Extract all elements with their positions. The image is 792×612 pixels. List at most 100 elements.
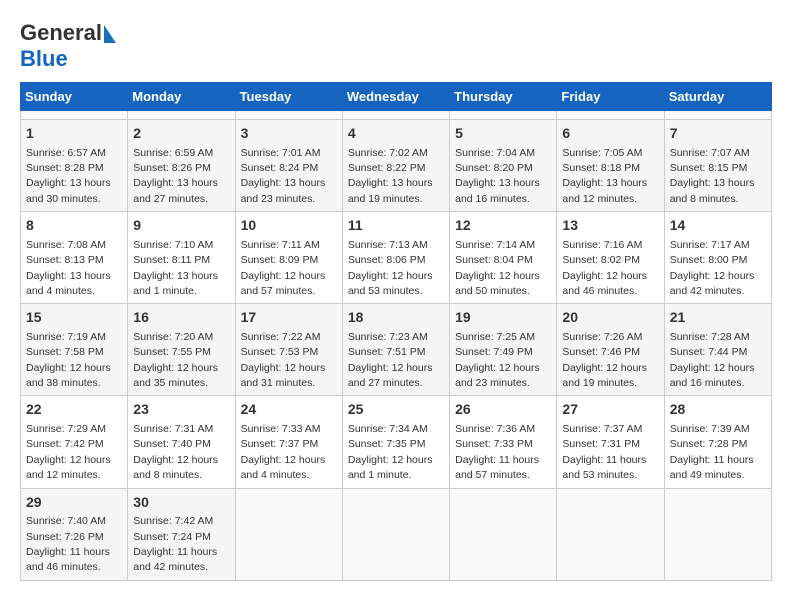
day-info: Sunrise: 6:57 AMSunset: 8:28 PMDaylight:… [26,147,111,205]
week-row-2: 8 Sunrise: 7:08 AMSunset: 8:13 PMDaylight… [21,212,772,304]
day-info: Sunrise: 7:08 AMSunset: 8:13 PMDaylight:… [26,239,111,297]
calendar-cell: 13 Sunrise: 7:16 AMSunset: 8:02 PMDayligh… [557,212,664,304]
calendar-cell: 12 Sunrise: 7:14 AMSunset: 8:04 PMDayligh… [450,212,557,304]
week-row-5: 29Sunrise: 7:40 AMSunset: 7:26 PMDayligh… [21,488,772,580]
logo: General Blue [20,20,116,72]
logo-general: General [20,20,102,46]
calendar-cell: 21 Sunrise: 7:28 AMSunset: 7:44 PMDayligh… [664,304,771,396]
day-number: 6 [562,124,658,144]
calendar-cell: 25 Sunrise: 7:34 AMSunset: 7:35 PMDayligh… [342,396,449,488]
day-number: 12 [455,216,551,236]
day-info: Sunrise: 7:05 AMSunset: 8:18 PMDaylight:… [562,147,647,205]
calendar-cell [557,111,664,120]
day-number: 29 [26,493,122,513]
day-number: 14 [670,216,766,236]
day-info: Sunrise: 7:39 AMSunset: 7:28 PMDaylight:… [670,423,754,481]
calendar-cell [128,111,235,120]
day-info: Sunrise: 7:17 AMSunset: 8:00 PMDaylight:… [670,239,755,297]
header-sunday: Sunday [21,83,128,111]
day-number: 1 [26,124,122,144]
header-wednesday: Wednesday [342,83,449,111]
day-number: 23 [133,400,229,420]
calendar-cell [21,111,128,120]
day-info: Sunrise: 7:19 AMSunset: 7:58 PMDaylight:… [26,331,111,389]
day-info: Sunrise: 7:13 AMSunset: 8:06 PMDaylight:… [348,239,433,297]
day-number: 28 [670,400,766,420]
day-info: Sunrise: 7:28 AMSunset: 7:44 PMDaylight:… [670,331,755,389]
calendar-cell [342,111,449,120]
day-info: Sunrise: 7:40 AMSunset: 7:26 PMDaylight:… [26,515,110,573]
calendar-cell: 14 Sunrise: 7:17 AMSunset: 8:00 PMDayligh… [664,212,771,304]
calendar-cell [342,488,449,580]
page-header: General Blue [20,20,772,72]
day-number: 26 [455,400,551,420]
day-number: 15 [26,308,122,328]
calendar-cell: 28 Sunrise: 7:39 AMSunset: 7:28 PMDayligh… [664,396,771,488]
calendar-cell: 2Sunrise: 6:59 AMSunset: 8:26 PMDaylight… [128,120,235,212]
calendar-cell: 17Sunrise: 7:22 AMSunset: 7:53 PMDayligh… [235,304,342,396]
calendar-cell: 8 Sunrise: 7:08 AMSunset: 8:13 PMDaylight… [21,212,128,304]
calendar-table: SundayMondayTuesdayWednesdayThursdayFrid… [20,82,772,581]
day-number: 11 [348,216,444,236]
header-tuesday: Tuesday [235,83,342,111]
header-monday: Monday [128,83,235,111]
day-info: Sunrise: 7:04 AMSunset: 8:20 PMDaylight:… [455,147,540,205]
day-number: 5 [455,124,551,144]
day-number: 22 [26,400,122,420]
day-number: 21 [670,308,766,328]
calendar-cell: 15 Sunrise: 7:19 AMSunset: 7:58 PMDayligh… [21,304,128,396]
day-number: 25 [348,400,444,420]
calendar-cell: 16 Sunrise: 7:20 AMSunset: 7:55 PMDayligh… [128,304,235,396]
calendar-cell [450,111,557,120]
day-info: Sunrise: 6:59 AMSunset: 8:26 PMDaylight:… [133,147,218,205]
day-info: Sunrise: 7:16 AMSunset: 8:02 PMDaylight:… [562,239,647,297]
calendar-cell: 19Sunrise: 7:25 AMSunset: 7:49 PMDayligh… [450,304,557,396]
day-info: Sunrise: 7:25 AMSunset: 7:49 PMDaylight:… [455,331,540,389]
week-row-0 [21,111,772,120]
day-number: 18 [348,308,444,328]
calendar-cell: 24 Sunrise: 7:33 AMSunset: 7:37 PMDayligh… [235,396,342,488]
day-info: Sunrise: 7:20 AMSunset: 7:55 PMDaylight:… [133,331,218,389]
calendar-cell: 7Sunrise: 7:07 AMSunset: 8:15 PMDaylight… [664,120,771,212]
calendar-cell [235,488,342,580]
calendar-cell [235,111,342,120]
calendar-cell: 1 Sunrise: 6:57 AMSunset: 8:28 PMDaylight… [21,120,128,212]
day-info: Sunrise: 7:22 AMSunset: 7:53 PMDaylight:… [241,331,326,389]
calendar-cell: 27 Sunrise: 7:37 AMSunset: 7:31 PMDayligh… [557,396,664,488]
day-info: Sunrise: 7:01 AMSunset: 8:24 PMDaylight:… [241,147,326,205]
calendar-cell: 5 Sunrise: 7:04 AMSunset: 8:20 PMDaylight… [450,120,557,212]
calendar-cell: 3Sunrise: 7:01 AMSunset: 8:24 PMDaylight… [235,120,342,212]
day-number: 24 [241,400,337,420]
calendar-cell [557,488,664,580]
calendar-cell: 23Sunrise: 7:31 AMSunset: 7:40 PMDayligh… [128,396,235,488]
day-info: Sunrise: 7:10 AMSunset: 8:11 PMDaylight:… [133,239,218,297]
header-saturday: Saturday [664,83,771,111]
calendar-cell [664,111,771,120]
calendar-cell: 26Sunrise: 7:36 AMSunset: 7:33 PMDayligh… [450,396,557,488]
day-number: 8 [26,216,122,236]
day-number: 16 [133,308,229,328]
day-info: Sunrise: 7:14 AMSunset: 8:04 PMDaylight:… [455,239,540,297]
calendar-cell: 9 Sunrise: 7:10 AMSunset: 8:11 PMDaylight… [128,212,235,304]
day-number: 27 [562,400,658,420]
day-number: 20 [562,308,658,328]
day-info: Sunrise: 7:33 AMSunset: 7:37 PMDaylight:… [241,423,326,481]
day-number: 10 [241,216,337,236]
header-row: SundayMondayTuesdayWednesdayThursdayFrid… [21,83,772,111]
day-info: Sunrise: 7:11 AMSunset: 8:09 PMDaylight:… [241,239,326,297]
week-row-1: 1 Sunrise: 6:57 AMSunset: 8:28 PMDaylight… [21,120,772,212]
day-info: Sunrise: 7:02 AMSunset: 8:22 PMDaylight:… [348,147,433,205]
day-number: 13 [562,216,658,236]
logo-blue: Blue [20,46,68,71]
header-friday: Friday [557,83,664,111]
calendar-cell: 22Sunrise: 7:29 AMSunset: 7:42 PMDayligh… [21,396,128,488]
calendar-cell [450,488,557,580]
day-info: Sunrise: 7:42 AMSunset: 7:24 PMDaylight:… [133,515,217,573]
day-info: Sunrise: 7:26 AMSunset: 7:46 PMDaylight:… [562,331,647,389]
day-number: 4 [348,124,444,144]
week-row-3: 15 Sunrise: 7:19 AMSunset: 7:58 PMDayligh… [21,304,772,396]
day-number: 9 [133,216,229,236]
day-info: Sunrise: 7:37 AMSunset: 7:31 PMDaylight:… [562,423,646,481]
calendar-cell: 20 Sunrise: 7:26 AMSunset: 7:46 PMDayligh… [557,304,664,396]
day-info: Sunrise: 7:34 AMSunset: 7:35 PMDaylight:… [348,423,433,481]
